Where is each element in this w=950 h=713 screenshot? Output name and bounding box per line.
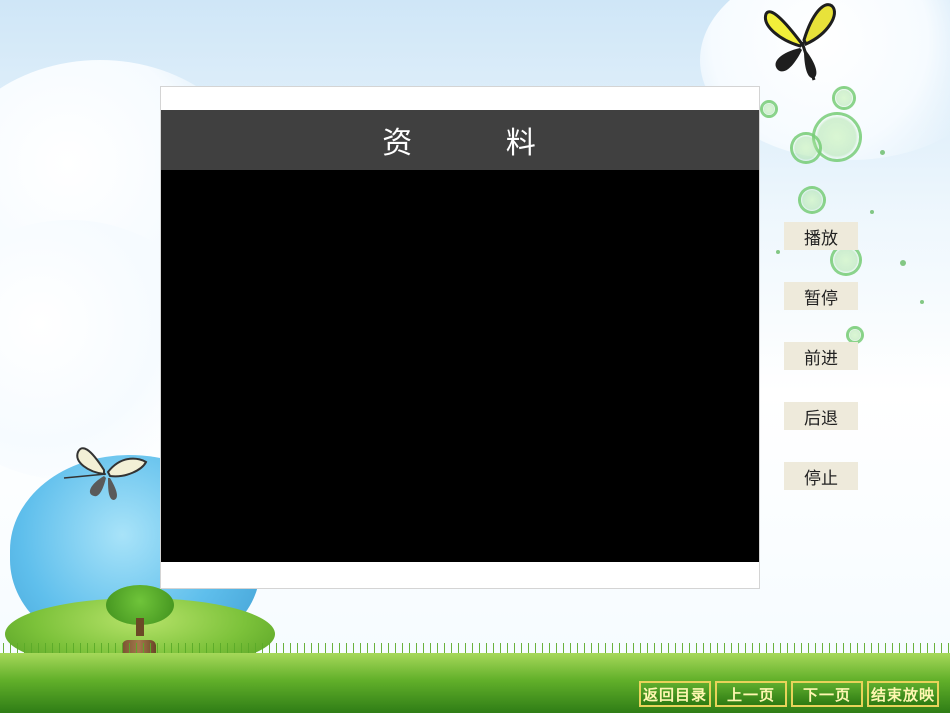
slide-canvas: 资 料 播放 暂停 前进 后退 停止 返回目录 上一页 下一页 结束放映 bbox=[0, 0, 950, 713]
bubble-decoration bbox=[790, 132, 822, 164]
small-tree-trunk bbox=[136, 618, 144, 636]
pause-button[interactable]: 暂停 bbox=[784, 282, 858, 310]
dot-decoration bbox=[900, 260, 906, 266]
forward-button[interactable]: 前进 bbox=[784, 342, 858, 370]
stop-button[interactable]: 停止 bbox=[784, 462, 858, 490]
dot-decoration bbox=[880, 150, 885, 155]
panel-title: 资 料 bbox=[161, 110, 759, 170]
return-to-contents-button[interactable]: 返回目录 bbox=[639, 681, 711, 707]
end-slideshow-button[interactable]: 结束放映 bbox=[867, 681, 939, 707]
dot-decoration bbox=[870, 210, 874, 214]
media-panel: 资 料 bbox=[160, 86, 760, 589]
bubble-decoration bbox=[832, 86, 856, 110]
bubble-decoration bbox=[760, 100, 778, 118]
next-page-button[interactable]: 下一页 bbox=[791, 681, 863, 707]
dot-decoration bbox=[920, 300, 924, 304]
video-player-area[interactable] bbox=[161, 170, 759, 562]
yellow-butterfly-icon bbox=[764, 3, 836, 81]
bubble-decoration bbox=[798, 186, 826, 214]
swallowtail-butterfly-icon bbox=[63, 447, 148, 500]
previous-page-button[interactable]: 上一页 bbox=[715, 681, 787, 707]
back-button[interactable]: 后退 bbox=[784, 402, 858, 430]
dot-decoration bbox=[776, 250, 780, 254]
play-button[interactable]: 播放 bbox=[784, 222, 858, 250]
